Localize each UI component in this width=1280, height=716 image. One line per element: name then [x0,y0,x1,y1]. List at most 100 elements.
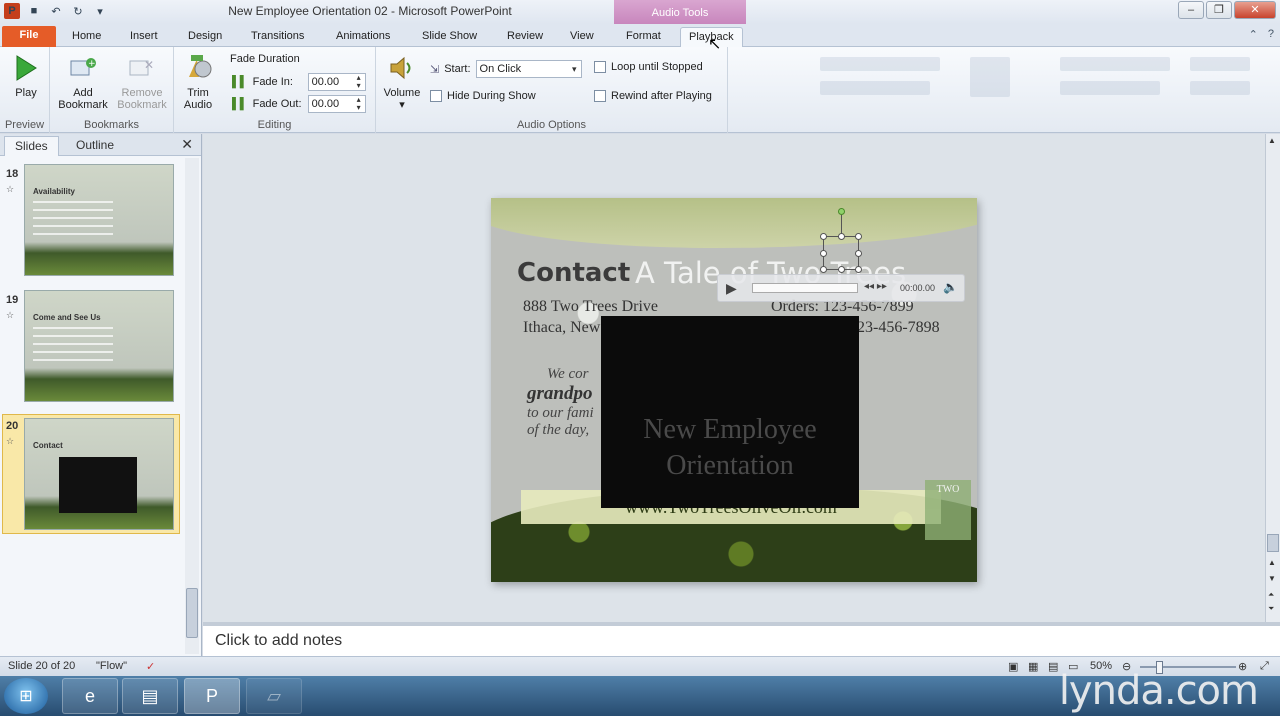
group-bookmarks: + Add Bookmark ✕ Remove Bookmark Bookmar… [50,47,174,133]
ribbon-ghost-overlay [740,47,1280,133]
start-icon: ⇲ [430,63,440,76]
fade-out-row: ▌▌ Fade Out: 00.00 [232,95,366,113]
add-bookmark-icon: + [68,53,98,83]
theme-name: "Flow" [96,660,128,672]
slide-thumbnail-20[interactable]: Contact [24,418,174,530]
tab-design[interactable]: Design [180,27,230,47]
spell-check-icon[interactable]: ✓ [146,660,155,673]
remove-bookmark-button[interactable]: ✕ Remove Bookmark [114,53,170,111]
svg-text:+: + [88,59,96,69]
tab-review[interactable]: Review [499,27,551,47]
slides-pane: Slides Outline ✕ 18 ☆ Availability 19 ☆ … [0,134,202,656]
tab-insert[interactable]: Insert [122,27,166,47]
svg-text:✕: ✕ [144,58,154,72]
tab-animations[interactable]: Animations [328,27,398,47]
tab-file[interactable]: File [2,26,56,47]
group-audio-options: Volume ▾ ⇲ Start: On Click Hide During S… [376,47,728,133]
rewind-checkbox-box[interactable] [594,90,606,102]
tab-format[interactable]: Format [618,27,669,47]
restore-icon[interactable]: ❐ [1206,1,1232,19]
previous-slide-icon[interactable]: ⏶ [1268,590,1274,600]
audio-skip-icon[interactable]: ◂◂ ▸▸ [864,281,887,292]
reading-view-icon[interactable]: ▤ [1048,660,1058,673]
video-object[interactable]: New Employee Orientation [601,316,859,508]
taskbar-app-icon[interactable]: ▱ [246,678,302,714]
fade-in-icon: ▌▌ [232,76,248,88]
slide-number-18: 18 [6,168,19,180]
group-preview: Play Preview [0,47,50,133]
tab-right-controls: ⌃ ? [1249,28,1274,41]
tab-slides[interactable]: Slides [4,136,59,156]
volume-button[interactable]: Volume ▾ [378,53,426,111]
hide-checkbox-box[interactable] [430,90,442,102]
scroll-up-icon[interactable]: ▲ [1268,136,1276,145]
slide-thumbnail-19[interactable]: Come and See Us [24,290,174,402]
hide-during-show-checkbox[interactable]: Hide During Show [430,90,536,102]
internet-explorer-icon[interactable]: e [62,678,118,714]
audio-player-controls[interactable]: ▶ ◂◂ ▸▸ 00:00.00 🔈 [717,274,965,302]
main-scrollbar[interactable]: ▲ ▲ ▼ ⏶ ⏷ [1265,134,1280,622]
add-bookmark-button[interactable]: + Add Bookmark [56,53,110,111]
fade-in-input[interactable]: 00.00 [307,73,366,91]
close-icon[interactable]: ✕ [1234,1,1276,19]
next-slide-icon[interactable]: ⏷ [1268,604,1274,614]
slide-sorter-icon[interactable]: ▦ [1028,660,1038,673]
tab-outline[interactable]: Outline [66,136,124,156]
close-pane-icon[interactable]: ✕ [181,136,193,153]
scroll-up-icon[interactable]: ▲ [1268,558,1276,567]
file-explorer-icon[interactable]: ▤ [122,678,178,714]
notes-placeholder: Click to add notes [215,632,343,649]
fade-out-input[interactable]: 00.00 [307,95,366,113]
pane-tabs: Slides Outline ✕ [0,134,201,156]
slide-editing-area: Contact A Tale of Two Trees 888 Two Tree… [203,134,1265,622]
rotate-handle[interactable] [838,208,845,215]
audio-play-icon[interactable]: ▶ [726,280,737,297]
title-bar: P ■ ↶ ↻ ▾ New Employee Orientation 02 - … [0,0,1280,24]
tab-home[interactable]: Home [64,27,109,47]
start-button-icon[interactable]: ⊞ [4,678,48,714]
fit-to-window-icon[interactable]: ⤢ [1260,660,1269,673]
start-dropdown[interactable]: On Click [475,60,582,78]
fade-out-icon: ▌▌ [232,98,248,110]
tab-slide-show[interactable]: Slide Show [414,27,485,47]
minimize-ribbon-icon[interactable]: ⌃ [1249,28,1258,41]
help-icon[interactable]: ? [1268,28,1274,41]
notes-pane[interactable]: Click to add notes [203,622,1280,656]
tab-transitions[interactable]: Transitions [243,27,312,47]
slide-count: Slide 20 of 20 [8,660,76,672]
minimize-icon[interactable]: – [1178,1,1204,19]
audio-volume-icon[interactable]: 🔈 [943,280,958,294]
audio-icon-selection[interactable] [820,233,862,273]
slide-number-19: 19 [6,294,19,306]
trim-audio-button[interactable]: Trim Audio [174,53,222,111]
start-row: ⇲ Start: On Click [430,60,582,78]
trim-audio-icon [183,53,213,83]
normal-view-icon[interactable]: ▣ [1008,660,1018,673]
transition-star-icon: ☆ [6,436,15,446]
audio-progress-bar[interactable] [752,283,858,293]
ribbon-tabs: File Home Insert Design Transitions Anim… [0,24,1280,47]
rewind-after-playing-checkbox[interactable]: Rewind after Playing [594,90,712,102]
mouse-cursor-icon: ↖ [708,36,722,53]
remove-bookmark-icon: ✕ [127,53,157,83]
slide-canvas[interactable]: Contact A Tale of Two Trees 888 Two Tree… [491,198,977,582]
play-button[interactable]: Play [0,53,52,99]
window-controls: – ❐ ✕ [1178,1,1276,19]
volume-icon [387,53,417,83]
play-icon [11,53,41,83]
transition-star-icon: ☆ [6,184,15,194]
group-editing: Trim Audio Fade Duration ▌▌ Fade In: 00.… [174,47,376,133]
loop-until-stopped-checkbox[interactable]: Loop until Stopped [594,61,703,73]
loop-checkbox-box[interactable] [594,61,606,73]
scroll-down-icon[interactable]: ▼ [1268,574,1276,583]
slide-thumbnail-18[interactable]: Availability [24,164,174,276]
volume-dropdown-icon: ▾ [399,99,405,111]
tab-view[interactable]: View [562,27,602,47]
two-trees-logo: TWO [925,480,971,540]
windows-taskbar: ⊞ e ▤ P ▱ lynda.com [0,668,1280,716]
powerpoint-taskbar-icon[interactable]: P [184,678,240,714]
slide-heading[interactable]: Contact [517,258,630,288]
slides-pane-scrollbar[interactable] [185,158,199,654]
lynda-watermark: lynda.com [1058,668,1259,714]
audio-tools-header: Audio Tools [614,0,746,24]
